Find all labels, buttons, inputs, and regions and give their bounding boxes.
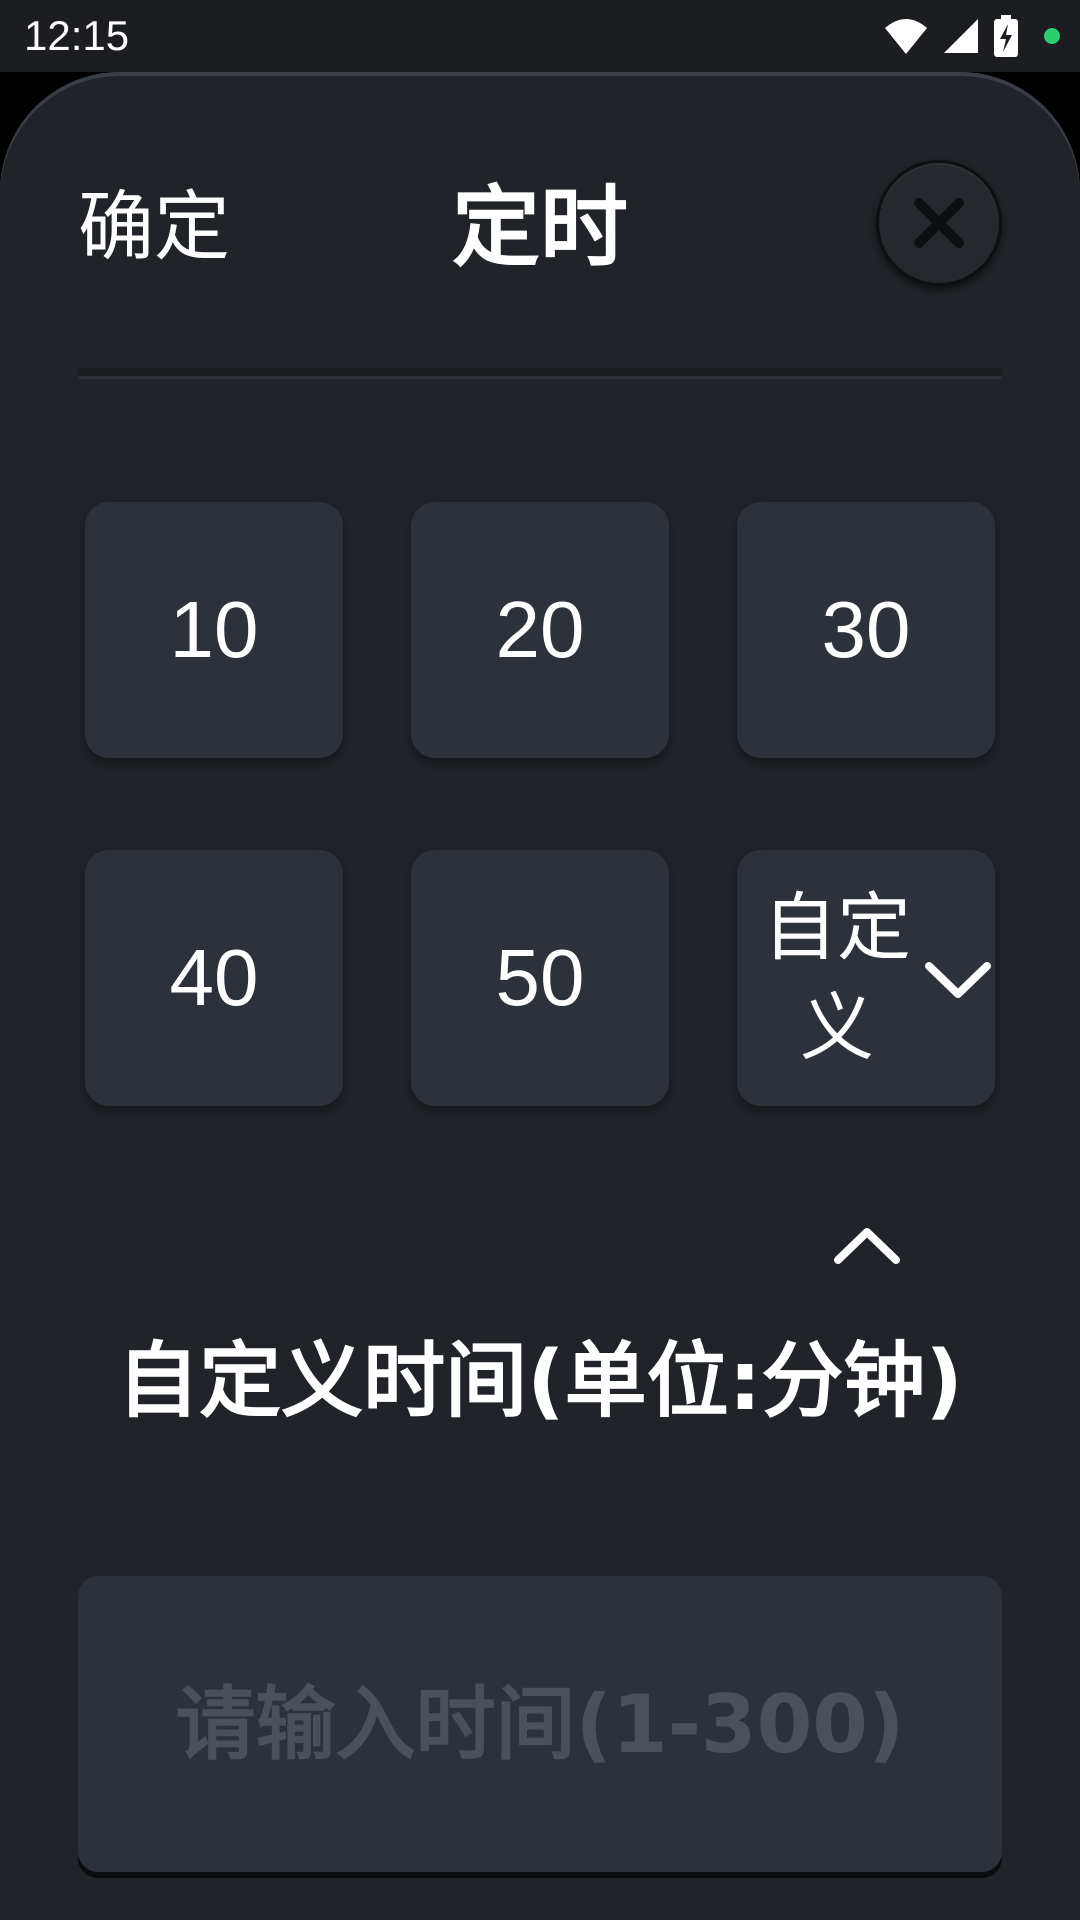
close-button[interactable] [876,160,1002,286]
timer-sheet: 确定 定时 10 20 30 40 50 自定义 自定义时间(单位:分钟) [0,72,1080,1920]
status-time: 12:15 [24,12,130,59]
preset-40-button[interactable]: 40 [85,850,343,1106]
preset-10-button[interactable]: 10 [85,502,343,758]
chevron-up-icon[interactable] [832,1220,902,1270]
time-input[interactable] [78,1576,1002,1872]
wifi-icon [884,16,928,56]
status-icons [870,14,1060,58]
close-icon [914,198,964,248]
custom-time-label: 自定义时间(单位:分钟) [117,1334,963,1429]
preset-20-button[interactable]: 20 [411,502,669,758]
divider [78,368,1002,379]
cellular-signal-icon [942,17,980,55]
preset-30-button[interactable]: 30 [737,502,995,758]
custom-option-label: 自定义 [763,885,911,1071]
preset-50-button[interactable]: 50 [411,850,669,1106]
battery-charging-icon [994,15,1018,57]
chevron-down-icon [925,962,991,998]
notification-dot-icon [1044,28,1060,44]
custom-option-button[interactable]: 自定义 [737,850,995,1106]
status-bar: 12:15 [0,0,1080,72]
